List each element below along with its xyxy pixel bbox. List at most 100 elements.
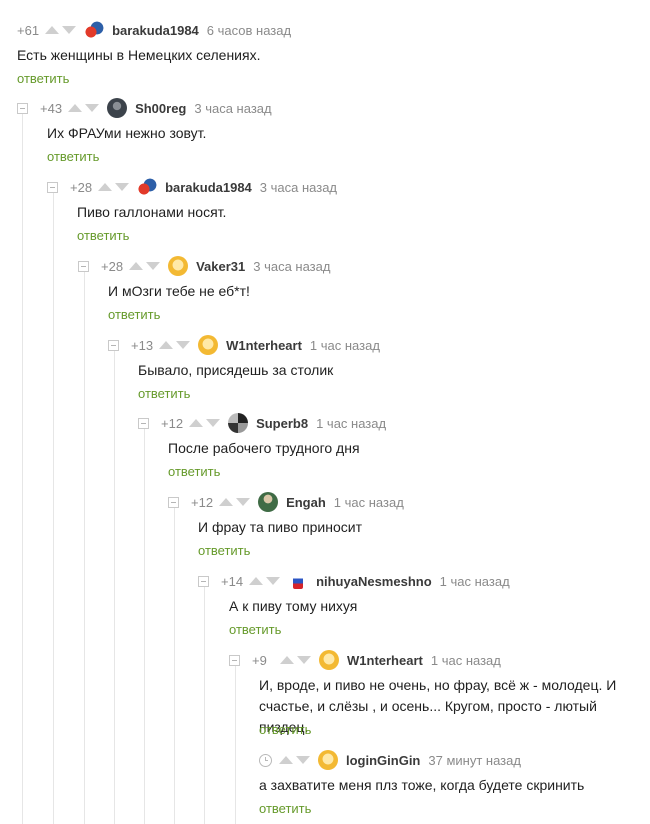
user-avatar-icon[interactable]	[258, 492, 279, 512]
collapse-toggle[interactable]	[198, 575, 209, 587]
upvote-icon[interactable]	[159, 341, 174, 349]
downvote-icon[interactable]	[266, 577, 281, 585]
reply-link[interactable]: ответить	[259, 722, 311, 737]
collapse-toggle[interactable]	[108, 339, 119, 351]
upvote-icon[interactable]	[189, 419, 204, 427]
comment-text: а захватите меня плз тоже, когда будете …	[259, 777, 585, 793]
comment-text: И, вроде, и пиво не очень, но фрау, всё …	[259, 675, 650, 738]
comment-thread: +61 barakuda1984 6 часов назад Есть женщ…	[0, 0, 650, 824]
comment-rating: +61	[17, 22, 40, 38]
comment-author[interactable]: barakuda1984	[165, 180, 252, 195]
user-avatar-icon[interactable]	[107, 98, 128, 118]
thread-line	[174, 507, 175, 824]
comment-author[interactable]: Sh00reg	[135, 101, 186, 116]
comment-time[interactable]: 1 час назад	[334, 495, 404, 510]
reply-link[interactable]: ответить	[17, 71, 69, 86]
comment-header: loginGinGin 37 минут назад	[259, 750, 521, 770]
downvote-icon[interactable]	[85, 104, 100, 112]
reply-link[interactable]: ответить	[138, 386, 190, 401]
upvote-icon[interactable]	[280, 656, 294, 664]
comment-time[interactable]: 6 часов назад	[207, 23, 291, 38]
comment-time[interactable]: 1 час назад	[431, 653, 501, 668]
downvote-icon[interactable]	[206, 419, 221, 427]
upvote-icon[interactable]	[68, 104, 83, 112]
clock-icon	[259, 753, 272, 767]
downvote-icon[interactable]	[146, 262, 161, 270]
upvote-icon[interactable]	[129, 262, 144, 270]
downvote-icon[interactable]	[62, 26, 77, 34]
comment-rating: +12	[191, 494, 214, 510]
downvote-icon[interactable]	[115, 183, 130, 191]
comment-time[interactable]: 3 часа назад	[253, 259, 330, 274]
upvote-icon[interactable]	[98, 183, 113, 191]
comment-text: И мОзги тебе не еб*т!	[108, 283, 250, 299]
comment-author[interactable]: Vaker31	[196, 259, 245, 274]
thread-line	[22, 112, 23, 824]
thread-line	[235, 665, 236, 824]
comment-time[interactable]: 37 минут назад	[428, 753, 521, 768]
upvote-icon[interactable]	[45, 26, 60, 34]
thread-line	[204, 586, 205, 824]
comment-rating: +28	[70, 179, 93, 195]
downvote-icon[interactable]	[176, 341, 191, 349]
default-avatar-icon[interactable]	[318, 750, 338, 770]
upvote-icon[interactable]	[219, 498, 234, 506]
collapse-toggle[interactable]	[17, 102, 28, 114]
user-avatar-icon[interactable]	[228, 413, 249, 433]
thread-line	[84, 270, 85, 824]
comment-text: Бывало, присядешь за столик	[138, 362, 334, 378]
comment-author[interactable]: W1nterheart	[347, 653, 423, 668]
reply-link[interactable]: ответить	[198, 543, 250, 558]
comment-time[interactable]: 1 час назад	[316, 416, 386, 431]
collapse-toggle[interactable]	[78, 260, 89, 272]
reply-link[interactable]: ответить	[229, 622, 281, 637]
flag-avatar-icon[interactable]	[293, 573, 304, 589]
comment-time[interactable]: 1 час назад	[310, 338, 380, 353]
collapse-toggle[interactable]	[138, 417, 149, 429]
comment-header: +13 W1nterheart 1 час назад	[108, 335, 380, 355]
comment-author[interactable]: Engah	[286, 495, 326, 510]
reply-link[interactable]: ответить	[77, 228, 129, 243]
reply-link[interactable]: ответить	[259, 801, 311, 816]
comment-author[interactable]: nihuyaNesmeshno	[316, 574, 432, 589]
default-avatar-icon[interactable]	[319, 650, 339, 670]
thread-line	[53, 191, 54, 824]
comment-author[interactable]: barakuda1984	[112, 23, 199, 38]
default-avatar-icon[interactable]	[198, 335, 219, 355]
comment-text-line: И, вроде, и пиво не очень, но фрау, всё …	[259, 677, 617, 693]
comment-header: +12 Engah 1 час назад	[168, 492, 404, 512]
comment-time[interactable]: 3 часа назад	[260, 180, 337, 195]
reply-link[interactable]: ответить	[108, 307, 160, 322]
car-avatar-icon[interactable]	[137, 177, 158, 197]
comment-time[interactable]: 1 час назад	[440, 574, 510, 589]
collapse-toggle[interactable]	[47, 181, 58, 193]
thread-line	[114, 349, 115, 824]
comment-text: И фрау та пиво приносит	[198, 519, 363, 535]
comment-author[interactable]: Superb8	[256, 416, 308, 431]
downvote-icon[interactable]	[236, 498, 251, 506]
comment-text-line: счастье, и слёзы , и осень... Кругом, пр…	[259, 698, 597, 735]
comment-rating: +43	[40, 100, 63, 116]
comment-header: +61 barakuda1984 6 часов назад	[17, 20, 291, 40]
collapse-toggle[interactable]	[168, 496, 179, 508]
upvote-icon[interactable]	[279, 756, 293, 764]
collapse-toggle[interactable]	[229, 654, 240, 666]
comment-author[interactable]: W1nterheart	[226, 338, 302, 353]
comment-rating: +9	[252, 652, 267, 668]
reply-link[interactable]: ответить	[168, 464, 220, 479]
comment-header: +14 nihuyaNesmeshno 1 час назад	[198, 571, 510, 591]
downvote-icon[interactable]	[296, 756, 310, 764]
comment-text: Пиво галлонами носят.	[77, 204, 227, 220]
comment-time[interactable]: 3 часа назад	[194, 101, 271, 116]
thread-line	[144, 428, 145, 824]
car-avatar-icon[interactable]	[84, 20, 105, 40]
comment-rating: +28	[101, 258, 124, 274]
default-avatar-icon[interactable]	[168, 256, 189, 276]
comment-text: Их ФРАУми нежно зовут.	[47, 125, 207, 141]
reply-link[interactable]: ответить	[47, 149, 99, 164]
upvote-icon[interactable]	[249, 577, 264, 585]
downvote-icon[interactable]	[297, 656, 311, 664]
comment-author[interactable]: loginGinGin	[346, 753, 420, 768]
comment-rating: +12	[161, 415, 184, 431]
comment-header: +28 barakuda1984 3 часа назад	[47, 177, 337, 197]
